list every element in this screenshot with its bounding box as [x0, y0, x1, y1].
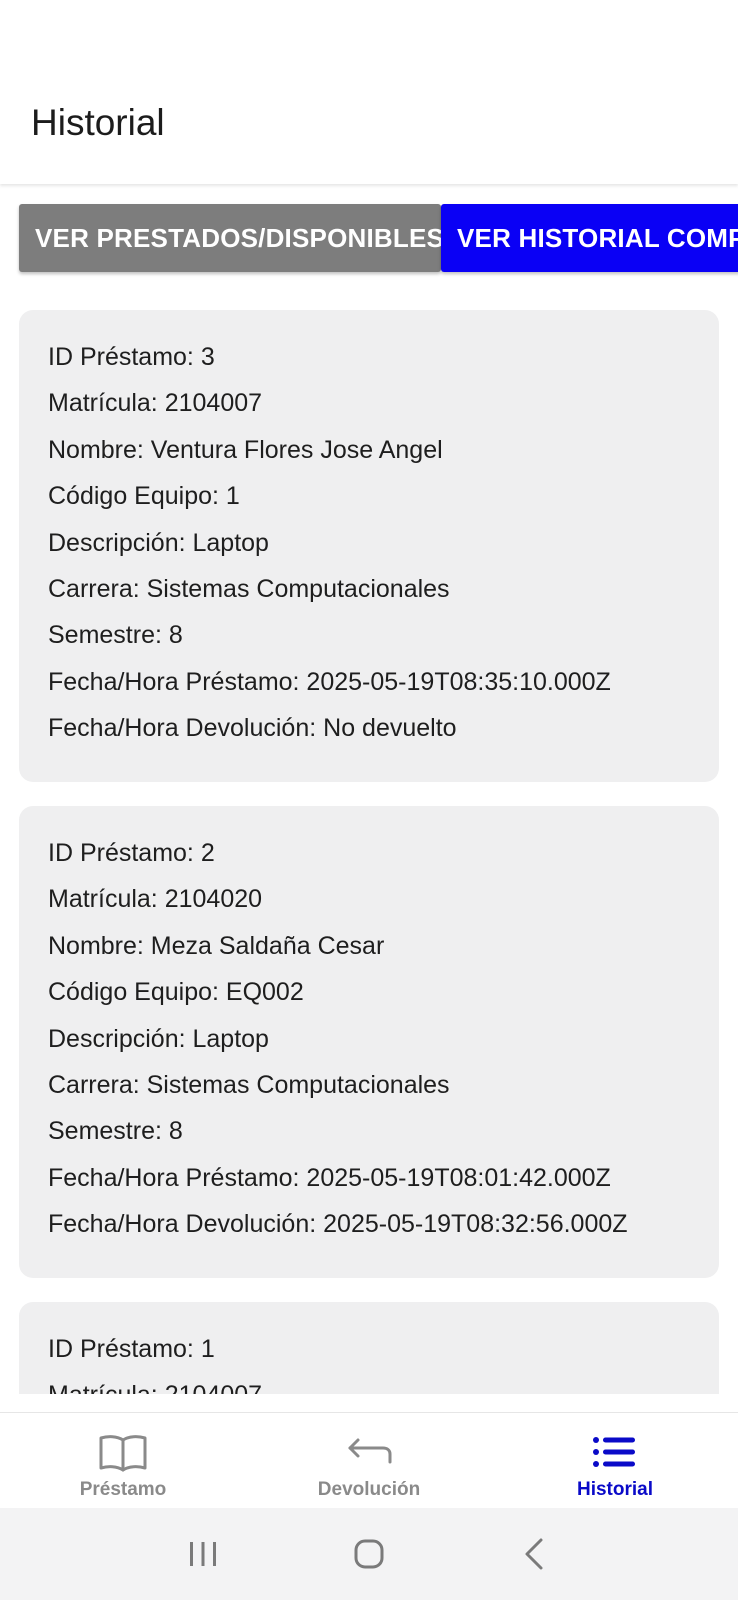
loan-fecha-prestamo: Fecha/Hora Préstamo: 2025-05-19T08:01:42…: [48, 1163, 611, 1192]
loan-semestre: Semestre: 8: [48, 621, 183, 650]
loan-card: ID Préstamo: 1 Matrícula: 2104007: [19, 1302, 719, 1394]
loan-id: ID Préstamo: 1: [48, 1335, 215, 1363]
loan-carrera: Carrera: Sistemas Computacionales: [48, 1071, 450, 1100]
history-content[interactable]: VER PRESTADOS/DISPONIBLES VER HISTORIAL …: [0, 186, 738, 1394]
tab-prestamo[interactable]: Préstamo: [0, 1413, 246, 1508]
home-icon[interactable]: [339, 1524, 399, 1584]
loan-matricula: Matrícula: 2104007: [48, 389, 263, 418]
tab-devolucion[interactable]: Devolución: [246, 1413, 492, 1508]
app-header: Historial: [0, 0, 738, 184]
loan-id: ID Préstamo: 2: [48, 839, 215, 867]
loan-nombre: Nombre: Ventura Flores Jose Angel: [48, 435, 443, 464]
loan-codigo-equipo: Código Equipo: EQ002: [48, 978, 304, 1007]
loan-nombre: Nombre: Meza Saldaña Cesar: [48, 931, 385, 960]
return-arrow-icon: [344, 1431, 394, 1473]
view-toggle-row: VER PRESTADOS/DISPONIBLES VER HISTORIAL …: [19, 204, 738, 272]
loan-descripcion: Descripción: Laptop: [48, 528, 269, 557]
tab-label: Historial: [576, 1479, 654, 1500]
loan-fecha-devolucion: Fecha/Hora Devolución: 2025-05-19T08:32:…: [48, 1210, 628, 1239]
book-icon: [98, 1431, 148, 1473]
loan-card: ID Préstamo: 3 Matrícula: 2104007 Nombre…: [19, 310, 719, 782]
loan-id: ID Préstamo: 3: [48, 343, 215, 371]
view-prestados-button[interactable]: VER PRESTADOS/DISPONIBLES: [19, 204, 444, 272]
tab-label: Devolución: [317, 1479, 421, 1500]
loan-descripcion: Descripción: Laptop: [48, 1024, 269, 1053]
recents-icon[interactable]: [173, 1524, 233, 1584]
loan-fecha-prestamo: Fecha/Hora Préstamo: 2025-05-19T08:35:10…: [48, 667, 611, 696]
bottom-tab-bar: Préstamo Devolución Historial: [0, 1412, 738, 1508]
loan-fecha-devolucion: Fecha/Hora Devolución: No devuelto: [48, 714, 457, 743]
page-title: Historial: [31, 102, 165, 143]
system-navigation-bar: [0, 1508, 738, 1600]
tab-historial[interactable]: Historial: [492, 1413, 738, 1508]
loan-codigo-equipo: Código Equipo: 1: [48, 482, 240, 511]
view-historial-button[interactable]: VER HISTORIAL COMP: [441, 204, 738, 272]
loan-matricula: Matrícula: 2104020: [48, 885, 263, 914]
loan-card: ID Préstamo: 2 Matrícula: 2104020 Nombre…: [19, 806, 719, 1278]
loan-matricula: Matrícula: 2104007: [48, 1372, 690, 1394]
list-icon: [590, 1431, 640, 1473]
app-screen: Historial VER PRESTADOS/DISPONIBLES VER …: [0, 0, 738, 1600]
loan-carrera: Carrera: Sistemas Computacionales: [48, 575, 450, 604]
loan-semestre: Semestre: 8: [48, 1117, 183, 1146]
tab-label: Préstamo: [79, 1479, 167, 1500]
back-icon[interactable]: [505, 1524, 565, 1584]
